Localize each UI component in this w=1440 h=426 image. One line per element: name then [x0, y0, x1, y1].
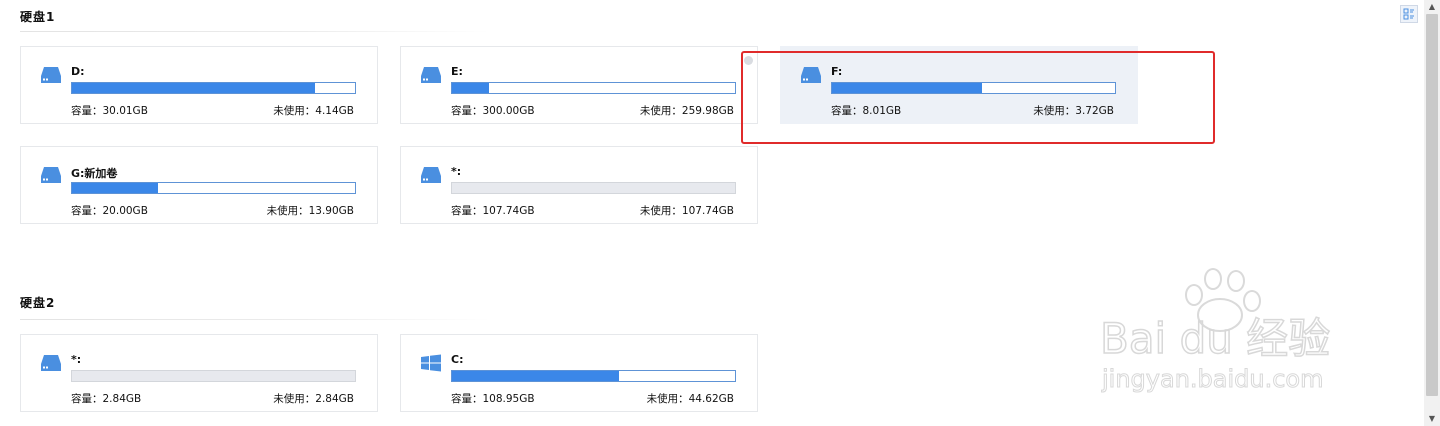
scroll-down-arrow-icon[interactable]: ▼: [1427, 414, 1437, 424]
capacity-text: 容量：20.00GB: [71, 205, 148, 217]
usage-bar: [451, 82, 736, 94]
capacity-text: 容量：107.74GB: [451, 205, 535, 217]
view-mode-button[interactable]: [1400, 5, 1418, 23]
disk-1-divider: [20, 31, 490, 32]
volume-name: G:新加卷: [71, 167, 118, 180]
unused-text: 未使用：259.98GB: [639, 105, 734, 117]
usage-bar-fill: [72, 183, 159, 193]
usage-bar-fill: [72, 83, 316, 93]
watermark-url: jingyan.baidu.com: [1101, 365, 1323, 393]
hard-drive-icon: [41, 67, 61, 83]
usage-bar-fill: [452, 83, 489, 93]
volume-name: E:: [451, 65, 463, 78]
vertical-scrollbar[interactable]: ▲ ▼: [1424, 0, 1440, 426]
windows-icon: [421, 354, 441, 372]
volume-card-g[interactable]: G:新加卷 容量：20.00GB 未使用：13.90GB: [20, 146, 378, 224]
baidu-watermark: Bai du 经验 jingyan.baidu.com: [1100, 268, 1331, 394]
unused-text: 未使用：13.90GB: [266, 205, 354, 217]
usage-bar: [71, 370, 356, 382]
capacity-text: 容量：108.95GB: [451, 393, 535, 405]
usage-bar: [451, 370, 736, 382]
volume-card-unallocated-2[interactable]: *: 容量：2.84GB 未使用：2.84GB: [20, 334, 378, 412]
hard-drive-icon: [41, 355, 61, 371]
usage-bar-fill: [452, 371, 619, 381]
hard-drive-icon: [421, 167, 441, 183]
volume-card-d[interactable]: D: 容量：30.01GB 未使用：4.14GB: [20, 46, 378, 124]
volume-name: C:: [451, 353, 464, 366]
capacity-text: 容量：30.01GB: [71, 105, 148, 117]
volume-name: *:: [71, 353, 82, 366]
usage-bar: [451, 182, 736, 194]
volume-name: *:: [451, 165, 462, 178]
volume-name: D:: [71, 65, 85, 78]
volume-card-c[interactable]: C: 容量：108.95GB 未使用：44.62GB: [400, 334, 758, 412]
volume-card-e[interactable]: E: 容量：300.00GB 未使用：259.98GB: [400, 46, 758, 124]
hard-drive-icon: [41, 167, 61, 183]
unused-text: 未使用：44.62GB: [646, 393, 734, 405]
unused-text: 未使用：2.84GB: [273, 393, 354, 405]
list-view-icon: [1403, 8, 1414, 20]
scroll-up-arrow-icon[interactable]: ▲: [1427, 2, 1437, 12]
disk-1-title: 硬盘1: [20, 10, 56, 24]
highlight-box: [741, 51, 1215, 144]
disk-2-title: 硬盘2: [20, 296, 56, 310]
capacity-text: 容量：300.00GB: [451, 105, 535, 117]
scroll-thumb[interactable]: [1426, 14, 1438, 396]
disk-2-divider: [20, 319, 490, 320]
hard-drive-icon: [421, 67, 441, 83]
usage-bar: [71, 182, 356, 194]
watermark-brand: Bai du 经验: [1100, 314, 1330, 363]
usage-bar: [71, 82, 356, 94]
unused-text: 未使用：4.14GB: [273, 105, 354, 117]
capacity-text: 容量：2.84GB: [71, 393, 142, 405]
unused-text: 未使用：107.74GB: [639, 205, 734, 217]
volume-card-unallocated-1[interactable]: *: 容量：107.74GB 未使用：107.74GB: [400, 146, 758, 224]
